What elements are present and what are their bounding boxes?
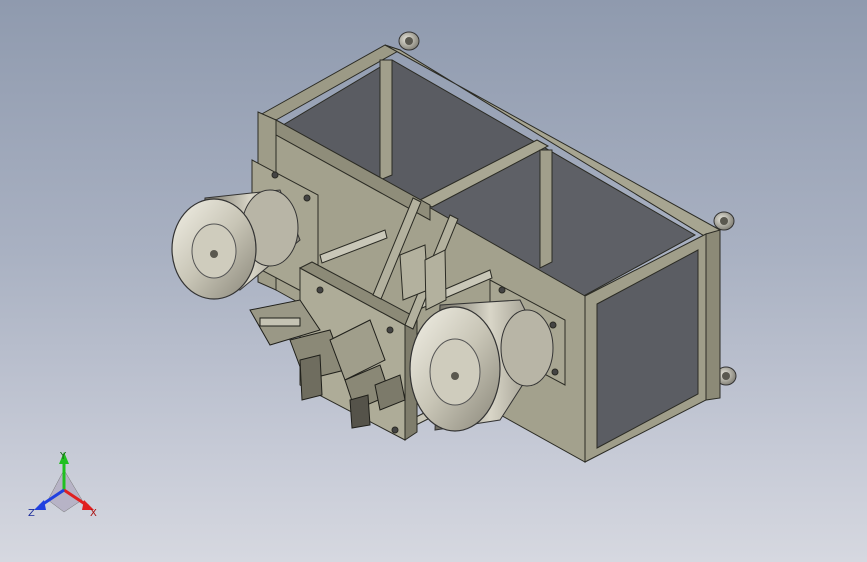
leveling-foot [398,31,420,51]
triad-z-label: Z [28,508,35,519]
leveling-foot [713,211,735,231]
triad-x-label: X [90,508,97,519]
graphics-viewport[interactable]: Y X Z [0,0,867,562]
triad-y-label: Y [59,451,67,462]
cad-model[interactable]: Y X Z [0,0,867,562]
view-orientation-triad[interactable]: Y X Z [28,451,97,519]
